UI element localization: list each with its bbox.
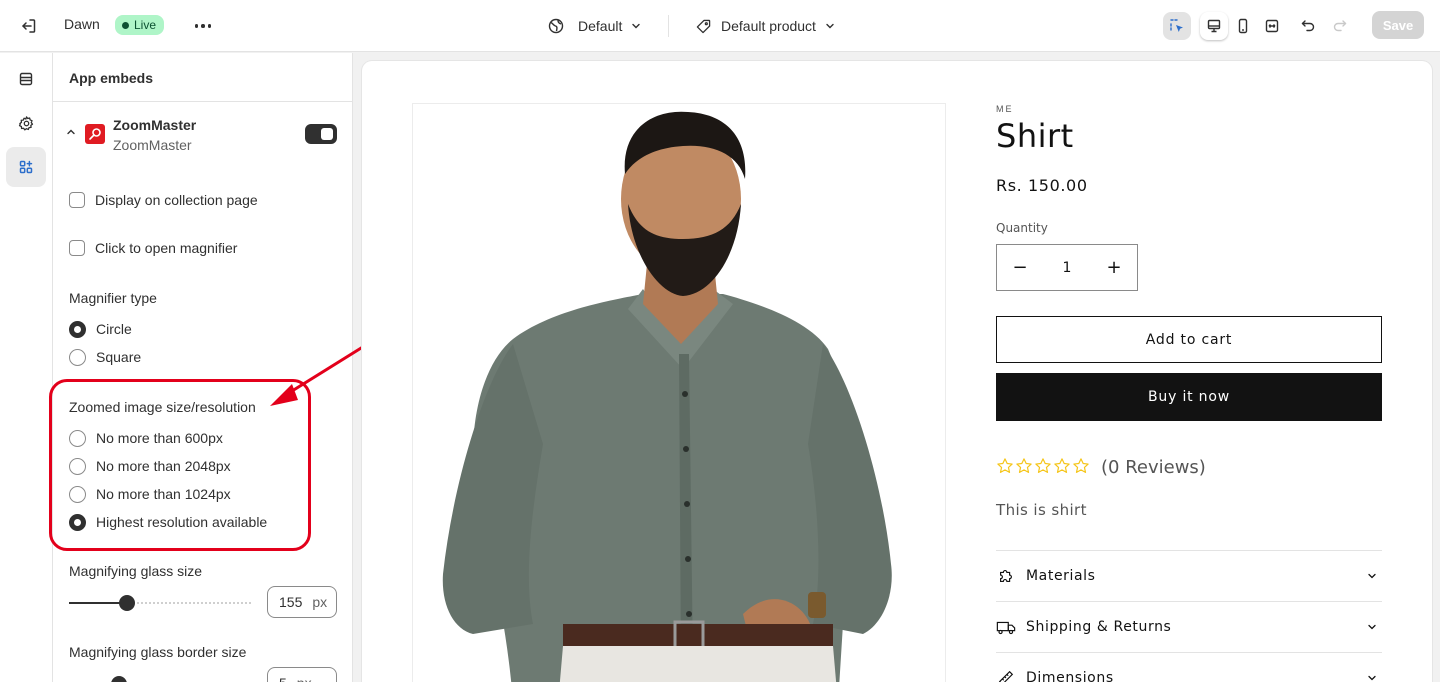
undo-icon[interactable] — [1294, 12, 1322, 40]
quantity-stepper: − 1 + — [996, 244, 1138, 291]
globe-icon — [548, 18, 564, 34]
storefront-preview: ME Shirt Rs. 150.00 Quantity − 1 + Add t… — [362, 61, 1432, 682]
unit-label: px — [297, 675, 312, 682]
save-button[interactable]: Save — [1372, 11, 1424, 39]
checkbox-label: Display on collection page — [95, 192, 258, 208]
template-select[interactable]: Default — [548, 14, 642, 38]
border-slider-thumb[interactable] — [111, 676, 127, 682]
desktop-view-icon[interactable] — [1200, 12, 1228, 40]
radio-600px[interactable]: No more than 600px — [69, 428, 223, 448]
radio-circle[interactable]: Circle — [69, 319, 132, 339]
radio-label: No more than 600px — [96, 430, 223, 446]
glass-border-input[interactable]: 5 px — [267, 667, 337, 682]
click-to-open-checkbox[interactable]: Click to open magnifier — [69, 238, 237, 258]
app-embeds-icon[interactable] — [6, 147, 46, 187]
more-actions-icon[interactable] — [190, 14, 216, 38]
buy-now-button[interactable]: Buy it now — [996, 373, 1382, 421]
accordion-label: Shipping & Returns — [1026, 619, 1172, 635]
live-dot-icon — [122, 21, 129, 29]
add-to-cart-button[interactable]: Add to cart — [996, 316, 1382, 363]
mobile-view-icon[interactable] — [1229, 12, 1257, 40]
glass-border-label: Magnifying glass border size — [69, 644, 247, 660]
product-vendor: ME — [996, 104, 1014, 114]
top-bar: Dawn Live Default Default product Save — [0, 0, 1440, 52]
theme-name: Dawn — [64, 16, 100, 32]
radio-label: No more than 2048px — [96, 458, 231, 474]
exit-icon[interactable] — [16, 14, 40, 38]
accordion-shipping[interactable]: Shipping & Returns — [996, 601, 1382, 652]
radio-label: Circle — [96, 321, 132, 337]
chevron-down-icon — [1362, 621, 1382, 633]
accordion-label: Materials — [1026, 568, 1096, 584]
checkbox-label: Click to open magnifier — [95, 240, 238, 256]
star-icon — [997, 458, 1013, 473]
app-subtitle: ZoomMaster — [113, 137, 192, 153]
sections-icon[interactable] — [6, 59, 46, 99]
radio-label: Square — [96, 349, 142, 365]
product-select[interactable]: Default product — [696, 14, 836, 38]
radio-1024px[interactable]: No more than 1024px — [69, 484, 231, 504]
chevron-down-icon — [632, 23, 641, 29]
chevron-down-icon — [826, 23, 834, 29]
glass-size-input[interactable]: 155 px — [267, 586, 337, 618]
radio-square[interactable]: Square — [69, 347, 141, 367]
zoommaster-logo-icon — [85, 124, 105, 144]
ruler-icon — [996, 668, 1016, 682]
accordion-dimensions[interactable]: Dimensions — [996, 652, 1382, 682]
unit-label: px — [312, 594, 328, 610]
star-icon — [1035, 458, 1051, 473]
template-select-label: Default — [578, 18, 623, 34]
radio-label: Highest resolution available — [96, 514, 268, 530]
chevron-down-icon — [1362, 570, 1382, 582]
radio-label: No more than 1024px — [96, 486, 231, 502]
tag-icon — [696, 19, 711, 33]
radio-2048px[interactable]: No more than 2048px — [69, 456, 231, 476]
sidebar-title: App embeds — [53, 53, 352, 102]
quantity-value[interactable]: 1 — [1063, 260, 1072, 276]
star-icon — [1054, 458, 1070, 473]
radio-highest-resolution[interactable]: Highest resolution available — [69, 512, 267, 532]
minus-icon[interactable]: − — [1011, 258, 1029, 277]
rating-stars — [996, 457, 1090, 475]
glass-size-slider[interactable] — [69, 595, 251, 611]
magnifier-type-label: Magnifier type — [69, 290, 157, 306]
zoomed-size-label: Zoomed image size/resolution — [69, 399, 256, 415]
product-description: This is shirt — [996, 501, 1087, 519]
live-badge: Live — [115, 15, 165, 35]
star-icon — [1016, 458, 1032, 473]
star-icon — [1073, 458, 1089, 473]
plus-icon[interactable]: + — [1105, 258, 1123, 277]
app-name: ZoomMaster — [113, 117, 197, 133]
product-image[interactable] — [412, 103, 946, 682]
full-width-icon[interactable] — [1258, 12, 1286, 40]
product-price: Rs. 150.00 — [996, 176, 1088, 195]
product-select-label: Default product — [721, 18, 816, 34]
truck-icon — [996, 617, 1016, 637]
chevron-down-icon — [1362, 672, 1382, 682]
glass-size-value[interactable]: 155 — [279, 594, 302, 610]
app-enable-toggle[interactable] — [305, 124, 337, 144]
redo-icon[interactable] — [1326, 12, 1354, 40]
accordion-materials[interactable]: Materials — [996, 550, 1382, 601]
product-title: Shirt — [996, 117, 1074, 155]
chevron-up-icon[interactable] — [65, 126, 77, 138]
display-on-collection-checkbox[interactable]: Display on collection page — [69, 190, 258, 210]
settings-gear-icon[interactable] — [6, 103, 46, 143]
shirt-model-image — [442, 111, 892, 682]
glass-size-label: Magnifying glass size — [69, 563, 203, 579]
reviews-count[interactable]: (0 Reviews) — [1101, 457, 1206, 478]
divider — [668, 15, 669, 37]
settings-sidebar: App embeds ZoomMaster ZoomMaster Display… — [53, 53, 353, 682]
left-rail — [0, 53, 53, 682]
live-badge-label: Live — [134, 18, 157, 32]
glass-border-value[interactable]: 5 — [279, 675, 287, 682]
slider-thumb[interactable] — [119, 595, 135, 611]
accordion-label: Dimensions — [1026, 670, 1114, 682]
quantity-label: Quantity — [996, 221, 1048, 235]
puzzle-icon — [996, 566, 1016, 586]
inspector-icon[interactable] — [1163, 12, 1191, 40]
app-embed-row: ZoomMaster ZoomMaster — [53, 102, 352, 160]
